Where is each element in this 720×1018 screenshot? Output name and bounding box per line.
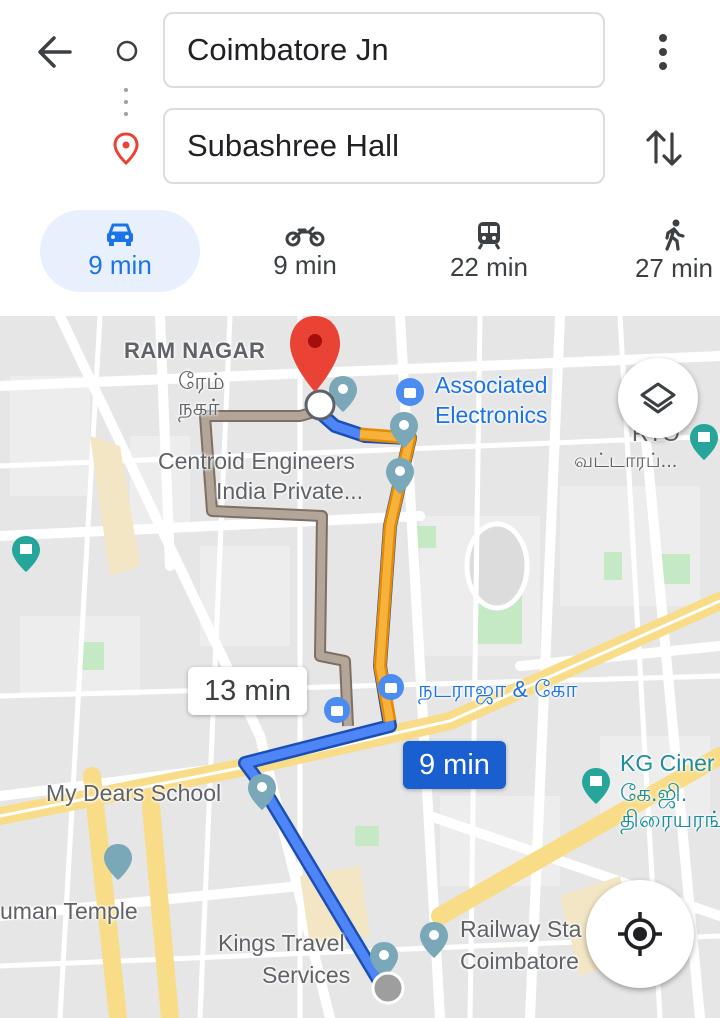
label-nataraja[interactable]: நடராஜா & கோ [418, 676, 577, 702]
label-centroid-2[interactable]: India Private... [216, 478, 363, 504]
label-centroid-1[interactable]: Centroid Engineers [158, 448, 355, 474]
mode-walking-time: 27 min [634, 252, 714, 283]
label-ram-nagar-ta2: நகர் [178, 394, 220, 420]
label-kg-1[interactable]: KG Ciner [620, 750, 715, 776]
label-kings-1[interactable]: Kings Travel [218, 930, 345, 956]
walk-icon [665, 219, 685, 251]
more-vert-icon [659, 34, 667, 70]
label-kings-2[interactable]: Services [262, 962, 350, 988]
mode-driving-time: 9 min [88, 249, 152, 280]
directions-header: Coimbatore Jn Subashree Hall 9 min 9 min [0, 0, 720, 316]
more-options-button[interactable] [648, 30, 678, 74]
label-associated-1[interactable]: Associated [435, 372, 548, 398]
car-icon [107, 223, 133, 246]
main-route-time-chip[interactable]: 9 min [403, 741, 506, 789]
my-location-icon [618, 912, 662, 956]
label-rto-2: வட்டாரப்... [574, 450, 678, 472]
label-railway-1[interactable]: Railway Sta [460, 916, 581, 942]
layers-icon [640, 382, 676, 414]
route-dots-icon [120, 84, 132, 124]
mode-motorcycle-time: 9 min [273, 249, 337, 280]
label-kg-3[interactable]: திரையரங் [620, 806, 720, 832]
destination-pin-icon [112, 132, 140, 166]
label-temple[interactable]: uman Temple [0, 898, 138, 924]
origin-input[interactable]: Coimbatore Jn [163, 12, 605, 88]
layers-button[interactable] [618, 358, 698, 438]
swap-button[interactable] [642, 124, 686, 172]
destination-input[interactable]: Subashree Hall [163, 108, 605, 184]
label-ram-nagar: RAM NAGAR [124, 338, 266, 363]
destination-dot [304, 389, 336, 421]
label-my-dears[interactable]: My Dears School [46, 780, 221, 806]
label-ram-nagar-ta1: ரேம் [178, 368, 225, 394]
train-icon [477, 221, 501, 250]
origin-circle-icon [116, 40, 138, 62]
alt-route-time-chip[interactable]: 13 min [188, 667, 308, 715]
origin-dot [371, 971, 405, 1005]
back-arrow-icon [38, 36, 72, 68]
mode-driving-tab[interactable]: 9 min [40, 210, 200, 292]
map-view[interactable]: RAM NAGAR ரேம் நகர் Associated Electroni… [0, 316, 720, 1018]
label-railway-2[interactable]: Coimbatore [460, 948, 579, 974]
mode-transit-time: 22 min [449, 251, 529, 282]
back-button[interactable] [30, 28, 82, 76]
motorcycle-icon [285, 226, 325, 246]
mode-walking-tab[interactable]: 27 min [594, 210, 720, 292]
mode-motorcycle-tab[interactable]: 9 min [225, 210, 385, 292]
swap-vert-icon [646, 130, 682, 166]
my-location-button[interactable] [586, 880, 694, 988]
label-associated-2[interactable]: Electronics [435, 402, 547, 428]
mode-transit-tab[interactable]: 22 min [409, 210, 569, 292]
label-kg-2[interactable]: கே.ஜி. [620, 780, 687, 806]
